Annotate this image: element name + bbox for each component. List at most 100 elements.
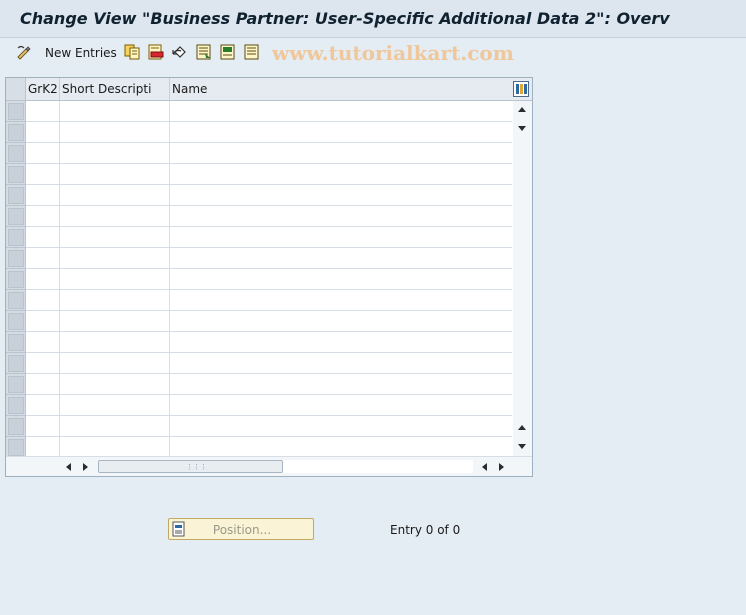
table-cell[interactable] [60, 164, 170, 184]
position-button[interactable]: Position... [168, 518, 314, 540]
table-cell[interactable] [26, 206, 60, 226]
table-cell[interactable] [60, 416, 170, 436]
table-row [6, 164, 512, 185]
table-cell[interactable] [26, 395, 60, 415]
select-block-icon[interactable] [220, 44, 236, 60]
table-cell[interactable] [170, 311, 512, 331]
table-cell[interactable] [26, 311, 60, 331]
table-cell[interactable] [26, 269, 60, 289]
row-selector[interactable] [6, 416, 26, 437]
row-selector[interactable] [6, 437, 26, 458]
page-down-icon[interactable] [515, 439, 529, 453]
table-cell[interactable] [26, 185, 60, 205]
table-cell[interactable] [170, 164, 512, 184]
horizontal-scrollbar[interactable]: ⋮⋮⋮ [6, 456, 532, 476]
table-cell[interactable] [170, 437, 512, 457]
table-cell[interactable] [26, 101, 60, 121]
scroll-left-icon[interactable] [62, 460, 76, 474]
table-cell[interactable] [170, 206, 512, 226]
table-cell[interactable] [170, 332, 512, 352]
deselect-all-icon[interactable] [244, 44, 260, 60]
row-selector[interactable] [6, 353, 26, 374]
horizontal-scroll-track[interactable] [283, 460, 473, 473]
table-cell[interactable] [60, 206, 170, 226]
select-all-icon[interactable] [196, 44, 212, 60]
table-cell[interactable] [60, 248, 170, 268]
table-cell[interactable] [60, 185, 170, 205]
position-button-label: Position... [212, 523, 272, 537]
table-cell[interactable] [26, 437, 60, 457]
row-selector[interactable] [6, 269, 26, 290]
copy-icon[interactable] [124, 44, 140, 60]
table-cell[interactable] [60, 374, 170, 394]
table-row [6, 227, 512, 248]
table-cell[interactable] [26, 122, 60, 142]
table-cell[interactable] [170, 143, 512, 163]
table-cell[interactable] [60, 311, 170, 331]
table-cell[interactable] [170, 353, 512, 373]
scroll-left-end-icon[interactable] [478, 460, 492, 474]
select-all-column-header[interactable] [6, 78, 26, 100]
undo-icon[interactable] [172, 44, 188, 60]
row-selector[interactable] [6, 122, 26, 143]
table-cell[interactable] [26, 374, 60, 394]
table-cell[interactable] [60, 101, 170, 121]
table-cell[interactable] [26, 227, 60, 247]
glasses-pen-icon[interactable] [16, 44, 32, 60]
column-header-name[interactable]: Name [170, 78, 512, 100]
delete-icon[interactable] [148, 44, 164, 60]
table-cell[interactable] [60, 332, 170, 352]
row-selector[interactable] [6, 185, 26, 206]
table-cell[interactable] [170, 185, 512, 205]
table-settings-icon[interactable] [513, 81, 529, 97]
table-cell[interactable] [26, 143, 60, 163]
row-selector[interactable] [6, 311, 26, 332]
table-cell[interactable] [170, 290, 512, 310]
table-cell[interactable] [170, 227, 512, 247]
table-cell[interactable] [170, 248, 512, 268]
table-cell[interactable] [26, 332, 60, 352]
table-row [6, 416, 512, 437]
row-selector[interactable] [6, 248, 26, 269]
row-selector[interactable] [6, 206, 26, 227]
row-selector[interactable] [6, 143, 26, 164]
row-selector[interactable] [6, 374, 26, 395]
table-cell[interactable] [60, 143, 170, 163]
horizontal-scroll-thumb[interactable]: ⋮⋮⋮ [98, 460, 283, 473]
table-cell[interactable] [26, 416, 60, 436]
row-selector[interactable] [6, 290, 26, 311]
table-cell[interactable] [60, 122, 170, 142]
table-cell[interactable] [26, 353, 60, 373]
table-cell[interactable] [60, 290, 170, 310]
table-cell[interactable] [170, 416, 512, 436]
page-title: Change View "Business Partner: User-Spec… [20, 9, 670, 28]
table-cell[interactable] [26, 164, 60, 184]
table-cell[interactable] [170, 269, 512, 289]
new-entries-button[interactable]: New Entries [45, 46, 117, 60]
table-cell[interactable] [60, 395, 170, 415]
table-cell[interactable] [170, 395, 512, 415]
table-cell[interactable] [60, 269, 170, 289]
scroll-right-icon[interactable] [78, 460, 92, 474]
row-selector[interactable] [6, 164, 26, 185]
vertical-scrollbar[interactable] [513, 101, 532, 456]
row-selector[interactable] [6, 395, 26, 416]
table-cell[interactable] [26, 248, 60, 268]
table-cell[interactable] [60, 437, 170, 457]
table-cell[interactable] [26, 290, 60, 310]
table-cell[interactable] [60, 353, 170, 373]
row-selector[interactable] [6, 332, 26, 353]
scroll-right-end-icon[interactable] [494, 460, 508, 474]
table-cell[interactable] [170, 122, 512, 142]
column-header-short-description[interactable]: Short Descripti [60, 78, 170, 100]
table-cell[interactable] [60, 227, 170, 247]
row-selector[interactable] [6, 227, 26, 248]
table-cell[interactable] [170, 101, 512, 121]
scroll-up-icon[interactable] [515, 103, 529, 117]
column-header-grk2[interactable]: GrK2 [26, 78, 60, 100]
table-cell[interactable] [170, 374, 512, 394]
page-up-icon[interactable] [515, 421, 529, 435]
table-row [6, 353, 512, 374]
scroll-down-icon[interactable] [515, 121, 529, 135]
row-selector[interactable] [6, 101, 26, 122]
